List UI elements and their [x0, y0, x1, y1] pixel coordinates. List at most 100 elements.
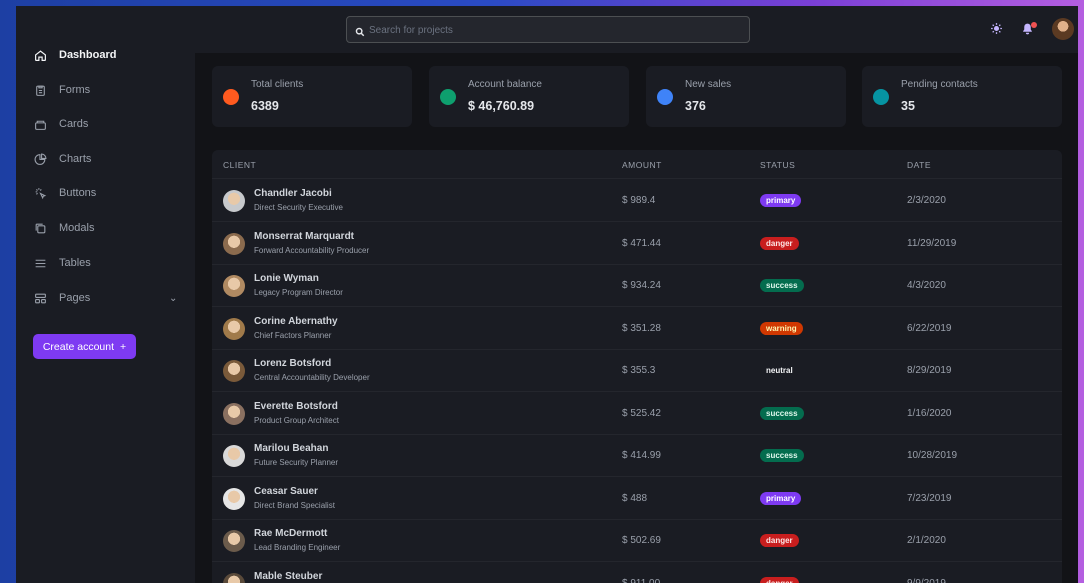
- client-name: Everette Botsford: [254, 400, 338, 412]
- date-cell: 7/23/2019: [907, 492, 952, 504]
- client-avatar: [223, 360, 245, 382]
- sidebar-item-buttons[interactable]: Buttons: [16, 178, 195, 208]
- stat-label: Total clients: [251, 79, 304, 90]
- status-badge: warning: [760, 321, 803, 335]
- notification-dot: [1031, 22, 1037, 28]
- sidebar-item-cards[interactable]: Cards: [16, 109, 195, 139]
- client-avatar: [223, 487, 245, 510]
- status-badge: neutral: [760, 364, 799, 377]
- column-header-amount: AMOUNT: [622, 160, 662, 170]
- sidebar-item-pages[interactable]: Pages ⌄: [16, 283, 195, 313]
- sidebar-item-label: Pages: [59, 292, 91, 304]
- table-row[interactable]: Corine Abernathy Chief Factors Planner $ 3…: [212, 307, 1062, 350]
- sidebar-item-label: Buttons: [59, 187, 97, 199]
- date-cell: 10/28/2019: [907, 450, 958, 461]
- amount-cell: $ 355.3: [622, 365, 656, 376]
- sun-icon[interactable]: [990, 22, 1003, 40]
- table-row[interactable]: Rae McDermott Lead Branding Engineer $ 502…: [212, 519, 1062, 562]
- amount-cell: $ 934.24: [622, 280, 661, 291]
- sidebar-item-modals[interactable]: Modals: [16, 213, 195, 243]
- sidebar-item-tables[interactable]: Tables: [16, 248, 195, 278]
- stat-label: Pending contacts: [901, 79, 978, 90]
- table-row[interactable]: Marilou Beahan Future Security Planner $ 4…: [212, 434, 1062, 477]
- stat-label: New sales: [685, 79, 732, 90]
- client-avatar: [223, 402, 245, 425]
- amount-cell: $ 351.28: [622, 322, 661, 334]
- sidebar-item-label: Charts: [59, 153, 92, 165]
- sidebar-item-label: Forms: [59, 84, 91, 96]
- stat-card-pending-contacts: Pending contacts 35: [862, 66, 1062, 127]
- stat-label: Account balance: [468, 79, 542, 90]
- top-header: [195, 6, 1078, 53]
- stat-dot: [223, 89, 239, 105]
- stat-value: $ 46,760.89: [468, 99, 535, 113]
- stat-dot: [873, 89, 889, 105]
- create-account-label: Create account: [42, 340, 115, 353]
- client-avatar: [223, 530, 245, 552]
- sidebar-item-forms[interactable]: Forms: [16, 75, 195, 105]
- client-job: Direct Brand Specialist: [254, 500, 335, 510]
- client-job: Product Group Architect: [254, 415, 339, 425]
- table-header: CLIENT AMOUNT STATUS DATE: [212, 150, 1062, 179]
- column-header-status: STATUS: [760, 160, 796, 170]
- client-avatar: [223, 445, 245, 467]
- home-icon: [33, 48, 47, 62]
- status-badge: danger: [760, 534, 799, 547]
- amount-cell: $ 488: [622, 492, 648, 504]
- clipboard-icon: [33, 83, 47, 97]
- client-name: Rae McDermott: [254, 528, 328, 539]
- table-icon: [33, 256, 47, 270]
- status-badge: primary: [760, 491, 802, 505]
- stat-dot: [657, 89, 673, 105]
- client-name: Chandler Jacobi: [254, 188, 332, 199]
- sidebar-item-label: Tables: [59, 257, 91, 269]
- modal-icon: [33, 221, 47, 235]
- table-row[interactable]: Everette Botsford Product Group Architect…: [212, 392, 1062, 435]
- table-row[interactable]: Mable Steuber $ 911.00 danger 9/9/2019: [212, 562, 1062, 583]
- pages-icon: [33, 291, 47, 305]
- table-row[interactable]: Chandler Jacobi Direct Security Executive…: [212, 179, 1062, 222]
- client-job: Direct Security Executive: [254, 203, 343, 212]
- client-name: Mable Steuber: [254, 570, 323, 582]
- client-name: Marilou Beahan: [254, 443, 329, 454]
- plus-icon: +: [120, 340, 127, 353]
- date-cell: 4/3/2020: [907, 280, 946, 291]
- date-cell: 2/3/2020: [907, 195, 946, 206]
- status-badge: primary: [760, 194, 802, 207]
- amount-cell: $ 471.44: [622, 237, 661, 249]
- client-name: Ceasar Sauer: [254, 485, 318, 497]
- client-job: Forward Accountability Producer: [254, 245, 370, 255]
- sidebar-item-charts[interactable]: Charts: [16, 144, 195, 174]
- client-avatar: [223, 572, 245, 583]
- date-cell: 8/29/2019: [907, 365, 952, 376]
- stat-card-new-sales: New sales 376: [646, 66, 846, 127]
- status-badge: success: [760, 449, 804, 462]
- client-avatar: [223, 190, 245, 212]
- chevron-down-icon[interactable]: ⌄: [169, 293, 177, 304]
- stat-card-total-clients: Total clients 6389: [212, 66, 412, 127]
- date-cell: 11/29/2019: [907, 237, 957, 249]
- client-job: Central Accountability Developer: [254, 373, 370, 382]
- cards-icon: [33, 117, 47, 131]
- amount-cell: $ 525.42: [622, 407, 661, 419]
- table-row[interactable]: Monserrat Marquardt Forward Accountabilit…: [212, 222, 1062, 265]
- status-badge: success: [760, 406, 804, 420]
- stat-dot: [440, 89, 456, 105]
- client-job: Chief Factors Planner: [254, 330, 332, 340]
- column-header-client: CLIENT: [223, 160, 257, 170]
- table-row[interactable]: Lorenz Botsford Central Accountability De…: [212, 349, 1062, 392]
- table-row[interactable]: Lonie Wyman Legacy Program Director $ 934.…: [212, 264, 1062, 307]
- app-window: Dashboard Forms Cards Charts Buttons Mod…: [16, 6, 1078, 583]
- client-name: Lonie Wyman: [254, 273, 319, 284]
- user-avatar[interactable]: [1052, 18, 1074, 40]
- sidebar-item-label: Cards: [59, 118, 89, 130]
- search-box: [346, 16, 750, 43]
- search-input[interactable]: [369, 22, 739, 38]
- sidebar-item-dashboard[interactable]: Dashboard: [16, 40, 195, 70]
- amount-cell: $ 989.4: [622, 195, 656, 206]
- sidebar-item-label: Modals: [59, 222, 95, 234]
- client-job: Legacy Program Director: [254, 288, 343, 297]
- create-account-button[interactable]: Create account +: [33, 334, 136, 359]
- table-row[interactable]: Ceasar Sauer Direct Brand Specialist $ 488…: [212, 477, 1062, 520]
- amount-cell: $ 911.00: [622, 577, 661, 583]
